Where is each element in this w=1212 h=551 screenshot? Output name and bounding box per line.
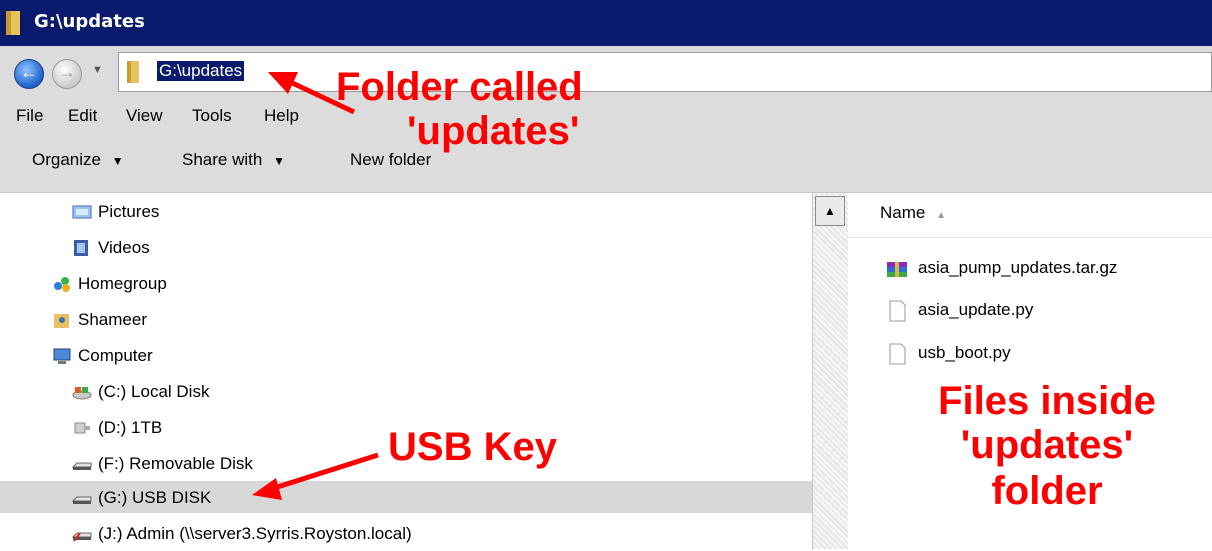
nav-item-label: (F:) Removable Disk xyxy=(98,454,253,473)
menu-file[interactable]: File xyxy=(16,106,43,126)
back-button[interactable]: ← xyxy=(14,59,44,89)
archive-icon xyxy=(887,262,907,277)
homegroup-icon xyxy=(54,277,70,292)
chevron-down-icon: ▼ xyxy=(273,154,285,168)
file-icon xyxy=(889,343,906,365)
title-bar: G:\updates xyxy=(0,0,1212,46)
folder-icon xyxy=(6,11,20,35)
forward-arrow-icon: → xyxy=(58,62,76,82)
folder-icon xyxy=(127,61,139,83)
header-divider xyxy=(848,237,1212,238)
sort-ascending-icon: ▲ xyxy=(936,210,946,221)
videos-icon xyxy=(74,240,88,256)
annotation-files-line1: Files inside xyxy=(938,379,1156,423)
nav-item-label: (G:) USB DISK xyxy=(98,488,212,507)
menu-tools[interactable]: Tools xyxy=(192,106,232,126)
organize-label: Organize xyxy=(32,150,101,169)
network-drive-icon xyxy=(72,532,92,542)
address-input[interactable]: G:\updates xyxy=(118,52,1212,92)
computer-icon xyxy=(53,348,71,364)
nav-item-label: Videos xyxy=(98,238,150,257)
address-path[interactable]: G:\updates xyxy=(157,61,245,81)
nav-item-label: (C:) Local Disk xyxy=(98,382,210,401)
annotation-folder-line2: 'updates' xyxy=(407,109,580,153)
recent-pages-dropdown[interactable]: ▼ xyxy=(92,64,103,76)
window-title: G:\updates xyxy=(34,11,145,32)
new-folder-button[interactable]: New folder xyxy=(350,150,431,170)
user-folder-icon xyxy=(54,314,69,328)
pictures-icon xyxy=(72,205,92,219)
nav-item-label: Computer xyxy=(78,346,153,365)
nav-item-label: Homegroup xyxy=(78,274,167,293)
scroll-up-button[interactable]: ▲ xyxy=(815,196,845,226)
file-name: asia_update.py xyxy=(918,300,1034,319)
share-label: Share with xyxy=(182,150,263,169)
file-name: asia_pump_updates.tar.gz xyxy=(918,258,1118,277)
nav-item-label: Pictures xyxy=(98,202,160,221)
local-disk-icon xyxy=(72,387,92,400)
menu-help[interactable]: Help xyxy=(264,106,299,126)
organize-button[interactable]: Organize ▼ xyxy=(32,150,124,170)
back-arrow-icon: ← xyxy=(20,62,38,82)
arrow-up-icon: ▲ xyxy=(824,204,836,218)
annotation-usb: USB Key xyxy=(388,425,557,469)
nav-item-label: (J:) Admin (\\server3.Syrris.Royston.loc… xyxy=(98,524,412,543)
menu-edit[interactable]: Edit xyxy=(68,106,97,126)
column-header-name[interactable]: Name ▲ xyxy=(880,203,946,223)
column-header-label: Name xyxy=(880,203,926,222)
usb-disk-icon xyxy=(72,496,92,504)
annotation-files-line3: folder xyxy=(991,469,1103,513)
command-bar: Organize ▼ Share with ▼ New folder xyxy=(0,136,1212,193)
nav-scrollbar[interactable] xyxy=(812,193,849,549)
annotation-folder-line1: Folder called xyxy=(336,65,583,109)
nav-item-label: (D:) 1TB xyxy=(98,418,163,437)
forward-button[interactable]: → xyxy=(52,59,82,89)
drive-icon xyxy=(74,422,90,434)
nav-item-label: Shameer xyxy=(78,310,147,329)
menu-view[interactable]: View xyxy=(126,106,163,126)
chevron-down-icon: ▼ xyxy=(111,154,124,168)
menu-bar: File Edit View Tools Help xyxy=(0,98,1212,136)
annotation-files-line2: 'updates' xyxy=(960,423,1134,467)
share-with-button[interactable]: Share with ▼ xyxy=(182,150,285,170)
file-name: usb_boot.py xyxy=(918,343,1011,362)
removable-disk-icon xyxy=(72,462,92,470)
file-icon xyxy=(889,300,906,322)
